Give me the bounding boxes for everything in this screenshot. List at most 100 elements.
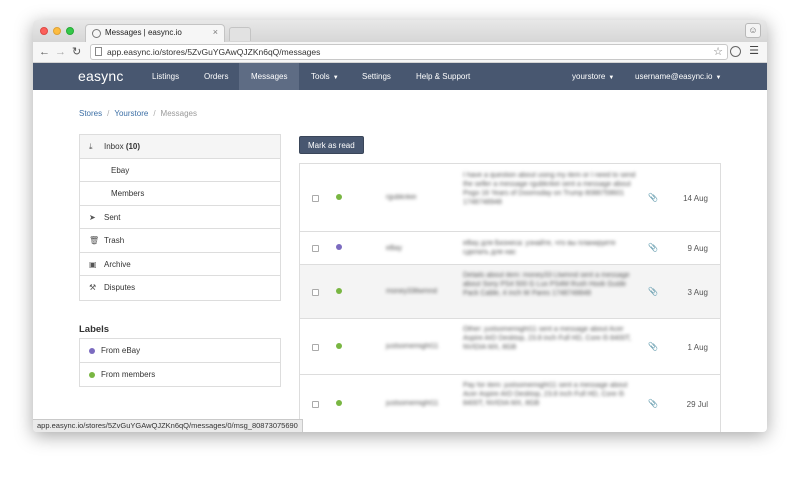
gavel-icon: ⚒ — [89, 283, 97, 292]
attachment-icon: 📎 — [648, 243, 658, 252]
paper-plane-icon: ➤ — [89, 212, 96, 222]
nav-messages[interactable]: Messages — [239, 63, 300, 90]
tab-title: Messages | easync.io — [105, 28, 182, 37]
attachment-icon: 📎 — [648, 287, 658, 296]
tab-strip: Messages | easync.io × ☺ — [33, 20, 767, 43]
browser-window: Messages | easync.io × ☺ ← → ↻ app.easyn… — [33, 20, 767, 432]
nav-orders[interactable]: Orders — [193, 63, 239, 90]
message-list: rgubknkei I have a question about using … — [299, 163, 721, 432]
sidebar-item-inbox[interactable]: ⤓ Inbox (10) — [80, 135, 280, 159]
tab-close-icon[interactable]: × — [213, 27, 218, 37]
label-text: From eBay — [101, 346, 141, 355]
maximize-window-button[interactable] — [66, 27, 74, 35]
store-dropdown[interactable]: yourstore ▼ — [572, 63, 614, 90]
attachment-icon: 📎 — [648, 342, 658, 351]
browser-tab[interactable]: Messages | easync.io × — [85, 24, 225, 42]
message-preview: Details about item: money33 Ltwmnd sent … — [463, 272, 630, 297]
favicon-icon — [92, 29, 101, 38]
message-date: 3 Aug — [687, 288, 708, 297]
message-preview: Pay for item: justsomemight11 sent a mes… — [463, 382, 628, 407]
sidebar-item-label: Archive — [104, 259, 131, 269]
reload-icon[interactable]: ↻ — [72, 45, 81, 59]
message-date: 1 Aug — [687, 343, 708, 352]
address-bar[interactable]: app.easync.io/stores/5ZvGuYGAwQJZKn6qQ/m… — [90, 44, 728, 60]
label-text: From members — [101, 369, 156, 379]
label-dot-icon — [89, 348, 95, 354]
close-window-button[interactable] — [40, 27, 48, 35]
inbox-icon: ⤓ — [89, 142, 93, 151]
message-row[interactable]: justsomemight11 Pay for item: justsomemi… — [300, 375, 720, 432]
back-icon[interactable]: ← — [39, 45, 50, 59]
message-row[interactable]: justsomemight11 Other: justsomemight11 s… — [300, 319, 720, 375]
caret-down-icon: ▼ — [608, 75, 615, 81]
logo[interactable]: easync — [78, 68, 124, 84]
nav-help-support[interactable]: Help & Support — [405, 63, 481, 90]
forward-icon[interactable]: → — [55, 45, 66, 59]
label-dot-icon — [336, 194, 342, 200]
label-dot-icon — [336, 400, 342, 406]
row-checkbox[interactable] — [312, 245, 319, 252]
sidebar-item-label: Inbox — [104, 142, 124, 151]
mark-as-read-button[interactable]: Mark as read — [299, 136, 364, 154]
label-from-ebay[interactable]: From eBay — [80, 339, 280, 363]
sidebar-item-trash[interactable]: 🗑 Trash — [80, 229, 280, 253]
labels-list: From eBay From members — [79, 338, 281, 387]
row-checkbox[interactable] — [312, 289, 319, 296]
message-sender: eBay — [386, 245, 402, 252]
caret-down-icon: ▼ — [715, 75, 722, 81]
label-dot-icon — [89, 371, 95, 378]
row-checkbox[interactable] — [312, 401, 319, 408]
store-name: yourstore — [572, 72, 606, 81]
status-bar: app.easync.io/stores/5ZvGuYGAwQJZKn6qQ/m… — [33, 419, 303, 432]
message-sender: rgubknkei — [386, 194, 417, 201]
message-date: 9 Aug — [687, 244, 708, 253]
sidebar-item-archive[interactable]: ▣ Archive — [80, 253, 280, 276]
extension-icon[interactable] — [730, 46, 741, 57]
breadcrumb-stores[interactable]: Stores — [79, 109, 102, 118]
browser-toolbar: ← → ↻ app.easync.io/stores/5ZvGuYGAwQJZK… — [33, 42, 767, 63]
page-icon — [95, 47, 102, 56]
sidebar-item-label: Disputes — [104, 283, 136, 292]
labels-heading: Labels — [79, 324, 110, 335]
new-tab-button[interactable] — [229, 27, 251, 41]
message-date: 29 Jul — [686, 400, 708, 409]
nav-settings[interactable]: Settings — [351, 63, 402, 90]
folder-list: ⤓ Inbox (10) Ebay Members ➤ Sent 🗑 Trash… — [79, 134, 281, 301]
label-dot-icon — [336, 288, 342, 294]
message-row[interactable]: eBay eBay для Бизнеса: узнайте, что вы п… — [300, 232, 720, 265]
archive-icon: ▣ — [89, 259, 97, 269]
profile-icon[interactable]: ☺ — [745, 23, 761, 38]
bookmark-star-icon[interactable]: ☆ — [713, 45, 723, 58]
inbox-count: (10) — [125, 142, 141, 151]
sidebar-item-label: Trash — [104, 236, 125, 245]
address-url[interactable]: app.easync.io/stores/5ZvGuYGAwQJZKn6qQ/m… — [107, 47, 320, 57]
caret-down-icon: ▼ — [332, 75, 339, 81]
sidebar-item-sent[interactable]: ➤ Sent — [80, 206, 280, 229]
row-checkbox[interactable] — [312, 344, 319, 351]
nav-listings[interactable]: Listings — [141, 63, 190, 90]
message-row[interactable]: rgubknkei I have a question about using … — [300, 164, 720, 232]
label-from-members[interactable]: From members — [80, 363, 280, 387]
nav-tools[interactable]: Tools ▼ — [300, 63, 350, 90]
breadcrumb: Stores / Yourstore / Messages — [79, 109, 198, 118]
label-dot-icon — [336, 343, 342, 349]
message-sender: justsomemight11 — [386, 343, 439, 350]
nav-tools-label: Tools — [311, 72, 330, 81]
message-preview: eBay для Бизнеса: узнайте, что вы планир… — [463, 240, 616, 256]
sidebar-item-disputes[interactable]: ⚒ Disputes — [80, 276, 280, 300]
app-navbar: easync Listings Orders Messages Tools ▼ S… — [33, 63, 767, 90]
sidebar-item-ebay[interactable]: Ebay — [80, 159, 280, 182]
label-dot-icon — [336, 244, 342, 250]
trash-icon: 🗑 — [89, 236, 100, 245]
user-email: username@easync.io — [635, 72, 713, 81]
breadcrumb-yourstore[interactable]: Yourstore — [114, 109, 148, 118]
message-date: 14 Aug — [683, 194, 708, 203]
menu-icon[interactable]: ☰ — [749, 44, 759, 57]
sidebar-item-label: Ebay — [111, 165, 130, 175]
message-preview: I have a question about using my item or… — [463, 172, 636, 206]
user-dropdown[interactable]: username@easync.io ▼ — [635, 63, 721, 90]
minimize-window-button[interactable] — [53, 27, 61, 35]
message-row[interactable]: money33ltwmnd Details about item: money3… — [300, 265, 720, 319]
row-checkbox[interactable] — [312, 195, 319, 202]
sidebar-item-members[interactable]: Members — [80, 182, 280, 206]
